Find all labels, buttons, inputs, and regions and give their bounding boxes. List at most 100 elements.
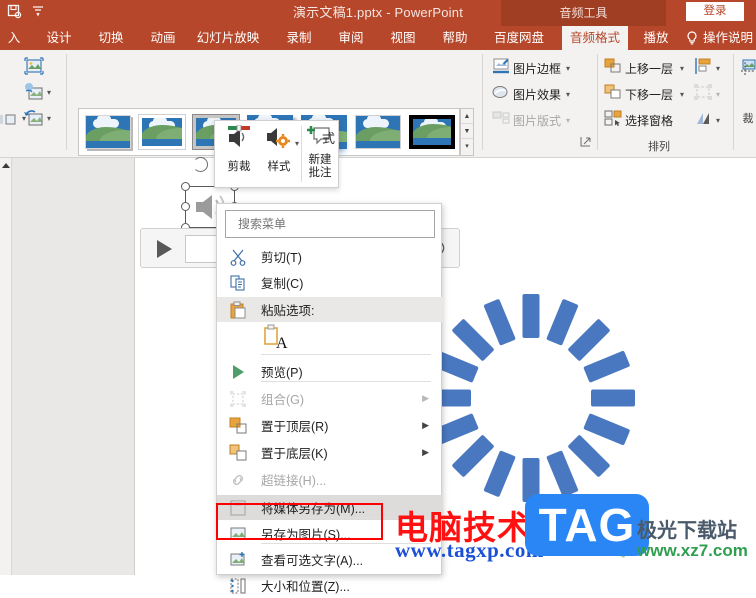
context-menu-item-11[interactable]: 大小和位置(Z)...: [217, 573, 443, 598]
mini-toolbar[interactable]: 剪裁 样式 ▾ 新建 批注: [214, 120, 339, 188]
submenu-arrow-icon: ▶: [422, 447, 429, 457]
context-menu-item-2[interactable]: 粘贴选项:: [217, 297, 443, 322]
align-objects-icon[interactable]: [694, 58, 718, 80]
trim-audio-icon: [228, 124, 250, 147]
color-icon[interactable]: [22, 82, 46, 104]
crop-icon[interactable]: [739, 58, 756, 80]
loading-spinner-graphic: [427, 294, 635, 502]
ribbon-tab-6[interactable]: 审阅: [330, 26, 372, 50]
context-menu-item-label: 组合(G): [261, 393, 305, 407]
picture-style-thumb-6[interactable]: [409, 115, 455, 149]
watermark-xz-name: 极光下载站: [637, 518, 737, 542]
size-and-position-icon: [229, 577, 247, 595]
mini-trim-audio-button[interactable]: 剪裁: [219, 124, 259, 174]
title-bar: 演示文稿1.pptx - PowerPoint 音频工具 登录: [0, 0, 756, 26]
spinner-blade: [546, 450, 579, 498]
context-menu-item-label: 置于顶层(R): [261, 420, 329, 434]
resize-handle-nw[interactable]: [181, 182, 190, 191]
paste-icon: [229, 301, 247, 319]
contextual-tab-group-label: 音频工具: [501, 0, 666, 26]
lightbulb-icon: [687, 31, 697, 45]
rotate-handle-icon[interactable]: [193, 157, 208, 172]
spinner-blade: [567, 318, 611, 362]
group-objects-icon: [694, 84, 718, 106]
spinner-blade: [451, 434, 495, 478]
gallery-scroll-down-icon[interactable]: ▼: [461, 124, 473, 139]
mini-new-comment-label-l2: 批注: [308, 167, 332, 179]
tag-logo-text: TAG: [538, 499, 636, 551]
ribbon-tab-7[interactable]: 视图: [382, 26, 424, 50]
picture-layout-label: 图片版式: [513, 114, 562, 128]
selection-pane-label[interactable]: 选择窗格: [625, 112, 673, 129]
mini-audio-style-button[interactable]: 样式: [259, 125, 299, 174]
gallery-scroll-up-icon[interactable]: ▲: [461, 109, 473, 124]
cut-icon: [229, 248, 247, 266]
mini-new-comment-label-l1: 新建: [308, 154, 332, 166]
ribbon-tab-5[interactable]: 录制: [278, 26, 320, 50]
bring-forward-chevron-down-icon[interactable]: ▾: [680, 64, 684, 73]
artistic-effects-icon[interactable]: [0, 108, 20, 130]
collapse-icon: [2, 163, 10, 168]
dialog-box-launcher-icon[interactable]: [580, 136, 604, 158]
tell-me-label: 操作说明: [703, 31, 754, 45]
spinner-blade: [591, 389, 635, 407]
context-menu-item-label: 剪切(T): [261, 251, 302, 265]
ribbon-tab-3[interactable]: 动画: [142, 26, 184, 50]
resize-handle-w[interactable]: [181, 202, 190, 211]
send-to-back-icon: [229, 444, 247, 462]
ribbon-tab-11[interactable]: 播放: [634, 26, 678, 50]
rotate-objects-chevron-down-icon[interactable]: ▾: [716, 116, 720, 125]
ribbon-tab-4[interactable]: 幻灯片放映: [190, 26, 266, 50]
keep-text-only-icon[interactable]: A: [263, 324, 293, 357]
gallery-scroll-buttons[interactable]: ▲ ▼ ▾: [460, 108, 474, 156]
tell-me-button[interactable]: 操作说明: [686, 26, 753, 50]
play-triangle-icon[interactable]: [157, 240, 172, 258]
ribbon: ▾ ▾ ▾ ▲ ▼ ▾ 图片边框 ▾ 图片效果 ▾ 图片版式 ▾ 上移一层 ▾ …: [0, 50, 756, 158]
audio-style-icon: [267, 128, 290, 148]
context-menu-item-0[interactable]: 剪切(T): [217, 244, 443, 269]
rotate-objects-icon[interactable]: [694, 110, 718, 132]
watermark-site-url: www.tagxp.com: [395, 538, 544, 562]
ribbon-tab-2[interactable]: 切换: [90, 26, 132, 50]
context-menu-item-label: 查看可选文字(A)...: [261, 554, 364, 568]
picture-effects-label[interactable]: 图片效果: [513, 86, 561, 103]
bring-forward-label[interactable]: 上移一层: [625, 60, 673, 77]
picture-border-chevron-down-icon[interactable]: ▾: [566, 64, 570, 73]
corrections-icon[interactable]: [22, 56, 46, 78]
slide-thumbnail-pane[interactable]: [12, 158, 135, 575]
search-menu-input[interactable]: [225, 210, 435, 238]
context-menu-item-5[interactable]: 置于顶层(R) ▶: [217, 413, 443, 438]
mini-trim-audio-label: 剪裁: [227, 161, 251, 173]
ribbon-tab-1[interactable]: 设计: [38, 26, 80, 50]
context-menu-item-label: 粘贴选项:: [261, 304, 315, 318]
context-menu-item-1[interactable]: 复制(C): [217, 270, 443, 295]
picture-border-label[interactable]: 图片边框: [513, 60, 561, 77]
context-menu-item-6[interactable]: 置于底层(K) ▶: [217, 440, 443, 465]
picture-style-thumb-5[interactable]: [355, 115, 401, 149]
picture-style-thumb-0[interactable]: [85, 115, 131, 149]
gallery-more-icon[interactable]: ▾: [461, 139, 473, 154]
send-backward-label[interactable]: 下移一层: [625, 86, 673, 103]
hyperlink-icon: [229, 471, 247, 489]
picture-effects-chevron-down-icon[interactable]: ▾: [566, 90, 570, 99]
ribbon-tab-10[interactable]: 音频格式: [562, 26, 628, 50]
align-objects-chevron-down-icon[interactable]: ▾: [716, 64, 720, 73]
ribbon-tab-0[interactable]: 入: [0, 26, 28, 50]
ribbon-tab-8[interactable]: 帮助: [434, 26, 476, 50]
arrange-group-label: 排列: [648, 141, 670, 153]
copy-icon: [229, 274, 247, 292]
color-chevron-down-icon[interactable]: ▾: [47, 88, 51, 97]
artistic-effects-chevron-down-icon[interactable]: ▾: [22, 114, 26, 123]
ribbon-tab-9[interactable]: 百度网盘: [486, 26, 552, 50]
paste-options-row[interactable]: A: [217, 322, 443, 354]
spinner-blade: [522, 294, 540, 338]
bring-to-front-icon: [229, 417, 247, 435]
picture-style-thumb-1[interactable]: [138, 114, 186, 150]
thumbnail-rail: [0, 158, 12, 575]
send-backward-chevron-down-icon[interactable]: ▾: [680, 90, 684, 99]
sign-in-button[interactable]: 登录: [686, 2, 744, 21]
mini-audio-style-chevron-down-icon[interactable]: ▾: [295, 139, 299, 148]
reset-picture-chevron-down-icon[interactable]: ▾: [47, 114, 51, 123]
context-menu-item-4: 组合(G) ▶: [217, 386, 443, 411]
context-menu-item-7: 超链接(H)...: [217, 467, 443, 492]
